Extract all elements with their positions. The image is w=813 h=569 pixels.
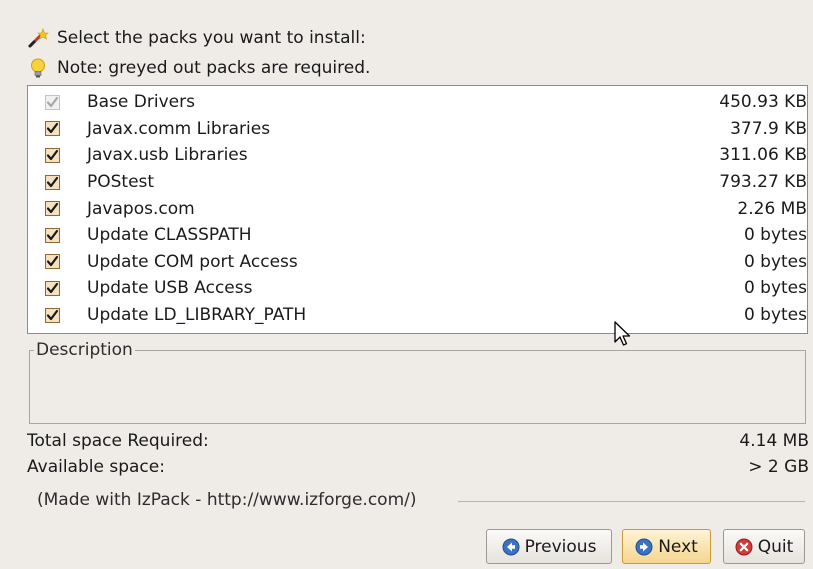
checkmark-icon — [46, 203, 59, 214]
pack-row[interactable]: Javax.comm Libraries 377.9 KB — [28, 116, 807, 143]
pack-name: Javax.usb Libraries — [87, 145, 248, 166]
pack-checkbox[interactable] — [45, 254, 60, 270]
pack-name: Javapos.com — [87, 198, 195, 219]
pack-name: Update CLASSPATH — [87, 225, 252, 246]
pack-checkbox — [45, 94, 60, 110]
total-space-value: 4.14 MB — [739, 431, 809, 451]
quit-button-label: Quit — [757, 536, 794, 557]
pack-size: 0 bytes — [743, 305, 807, 326]
pack-checkbox[interactable] — [45, 280, 60, 296]
pack-size: 450.93 KB — [719, 92, 807, 113]
pack-name: Update COM port Access — [87, 251, 298, 272]
packs-list: Base Drivers 450.93 KB Javax.comm Librarie… — [27, 85, 808, 334]
pack-row[interactable]: Update CLASSPATH 0 bytes — [28, 222, 807, 249]
checkmark-icon — [46, 96, 59, 107]
checkmark-icon — [46, 149, 59, 161]
checkmark-icon — [46, 229, 59, 240]
pack-size: 377.9 KB — [730, 118, 807, 139]
description-box — [29, 350, 806, 424]
checkmark-icon — [46, 256, 59, 267]
arrow-left-icon — [502, 538, 520, 556]
pack-row[interactable]: POStest 793.27 KB — [28, 169, 807, 196]
select-packs-header: Select the packs you want to install: — [27, 26, 366, 50]
previous-button[interactable]: Previous — [486, 529, 612, 564]
pack-name: Update LD_LIBRARY_PATH — [87, 305, 307, 326]
checkmark-icon — [46, 123, 59, 134]
pack-row[interactable]: Update USB Access 0 bytes — [28, 275, 807, 302]
description-legend: Description — [34, 340, 135, 360]
note-text: Note: greyed out packs are required. — [57, 58, 371, 78]
available-space-row: Available space: > 2 GB — [27, 457, 809, 479]
pack-name: POStest — [87, 172, 155, 193]
mouse-cursor-icon — [614, 321, 631, 346]
total-space-label: Total space Required: — [27, 431, 209, 451]
credit-separator — [458, 501, 805, 502]
total-space-row: Total space Required: 4.14 MB — [27, 431, 809, 453]
pack-size: 2.26 MB — [737, 198, 807, 219]
pack-checkbox[interactable] — [45, 227, 60, 243]
select-packs-text: Select the packs you want to install: — [57, 28, 366, 48]
pack-checkbox[interactable] — [45, 147, 60, 163]
checkmark-icon — [46, 176, 59, 187]
previous-button-label: Previous — [524, 536, 597, 557]
pack-row[interactable]: Javapos.com 2.26 MB — [28, 195, 807, 222]
izpack-credit: (Made with IzPack - http://www.izforge.c… — [37, 490, 417, 510]
next-button[interactable]: Next — [622, 529, 711, 564]
pack-name: Update USB Access — [87, 278, 253, 299]
pack-name: Javax.comm Libraries — [87, 118, 271, 139]
pack-row[interactable]: Base Drivers 450.93 KB — [28, 89, 807, 116]
lightbulb-icon — [27, 57, 49, 79]
checkmark-icon — [46, 282, 59, 294]
magic-wand-icon — [27, 27, 49, 49]
pack-row[interactable]: Update COM port Access 0 bytes — [28, 249, 807, 276]
pack-checkbox[interactable] — [45, 121, 60, 137]
pack-checkbox[interactable] — [45, 307, 60, 323]
pack-size: 793.27 KB — [719, 172, 807, 193]
quit-button[interactable]: Quit — [723, 529, 805, 564]
available-space-label: Available space: — [27, 457, 165, 477]
pack-row[interactable]: Update LD_LIBRARY_PATH 0 bytes — [28, 302, 807, 329]
pack-size: 0 bytes — [743, 278, 807, 299]
pack-checkbox[interactable] — [45, 174, 60, 190]
pack-size: 0 bytes — [743, 251, 807, 272]
checkmark-icon — [46, 309, 59, 320]
pack-size: 0 bytes — [743, 225, 807, 246]
available-space-value: > 2 GB — [748, 457, 809, 477]
arrow-right-icon — [635, 538, 653, 556]
pack-name: Base Drivers — [87, 92, 195, 113]
pack-row[interactable]: Javax.usb Libraries 311.06 KB — [28, 142, 807, 169]
pack-checkbox[interactable] — [45, 201, 60, 217]
quit-icon — [735, 538, 753, 556]
next-button-label: Next — [658, 536, 698, 557]
pack-size: 311.06 KB — [719, 145, 807, 166]
note-header: Note: greyed out packs are required. — [27, 56, 370, 80]
